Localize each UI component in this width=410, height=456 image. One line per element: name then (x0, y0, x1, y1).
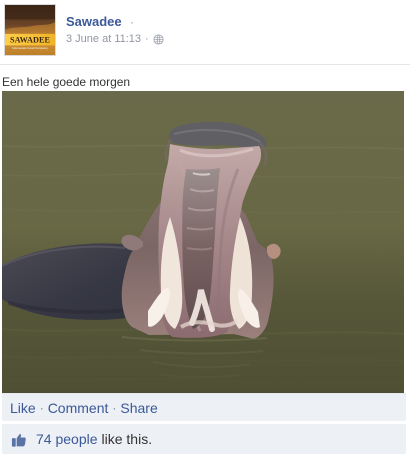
post-header: SAWADEE Indonesian Food Company Sawadee … (4, 4, 406, 60)
post-actions: Like · Comment · Share (10, 400, 158, 416)
page-avatar[interactable]: SAWADEE Indonesian Food Company (4, 4, 56, 56)
likes-suffix: like this. (101, 431, 153, 447)
svg-text:Indonesian Food Company: Indonesian Food Company (12, 46, 48, 50)
globe-icon[interactable] (153, 33, 164, 45)
post-message: Een hele goede morgen (2, 75, 131, 89)
facebook-post: SAWADEE Indonesian Food Company Sawadee … (0, 0, 410, 456)
likes-summary-bar: 74 people like this. (2, 423, 406, 454)
action-separator-2: · (112, 401, 117, 415)
thumbs-up-icon (11, 434, 26, 447)
hippo-photo (2, 91, 404, 393)
post-meta: 3 June at 11:13 · (66, 32, 164, 46)
sawadee-logo: SAWADEE Indonesian Food Company (5, 5, 55, 55)
svg-text:SAWADEE: SAWADEE (10, 36, 51, 45)
post-timestamp[interactable]: 3 June at 11:13 (66, 32, 141, 46)
share-link[interactable]: Share (120, 400, 157, 416)
name-separator: · (130, 15, 134, 29)
page-name[interactable]: Sawadee (66, 14, 122, 30)
like-link[interactable]: Like (10, 400, 36, 416)
likes-count-link[interactable]: 74 people (36, 431, 98, 447)
post-photo[interactable] (2, 91, 404, 393)
action-separator-1: · (39, 401, 44, 415)
post-actions-bar: Like · Comment · Share (2, 393, 406, 421)
header-divider (0, 64, 410, 65)
comment-link[interactable]: Comment (48, 400, 109, 416)
likes-summary: 74 people like this. (36, 431, 152, 447)
meta-separator: · (145, 33, 149, 45)
